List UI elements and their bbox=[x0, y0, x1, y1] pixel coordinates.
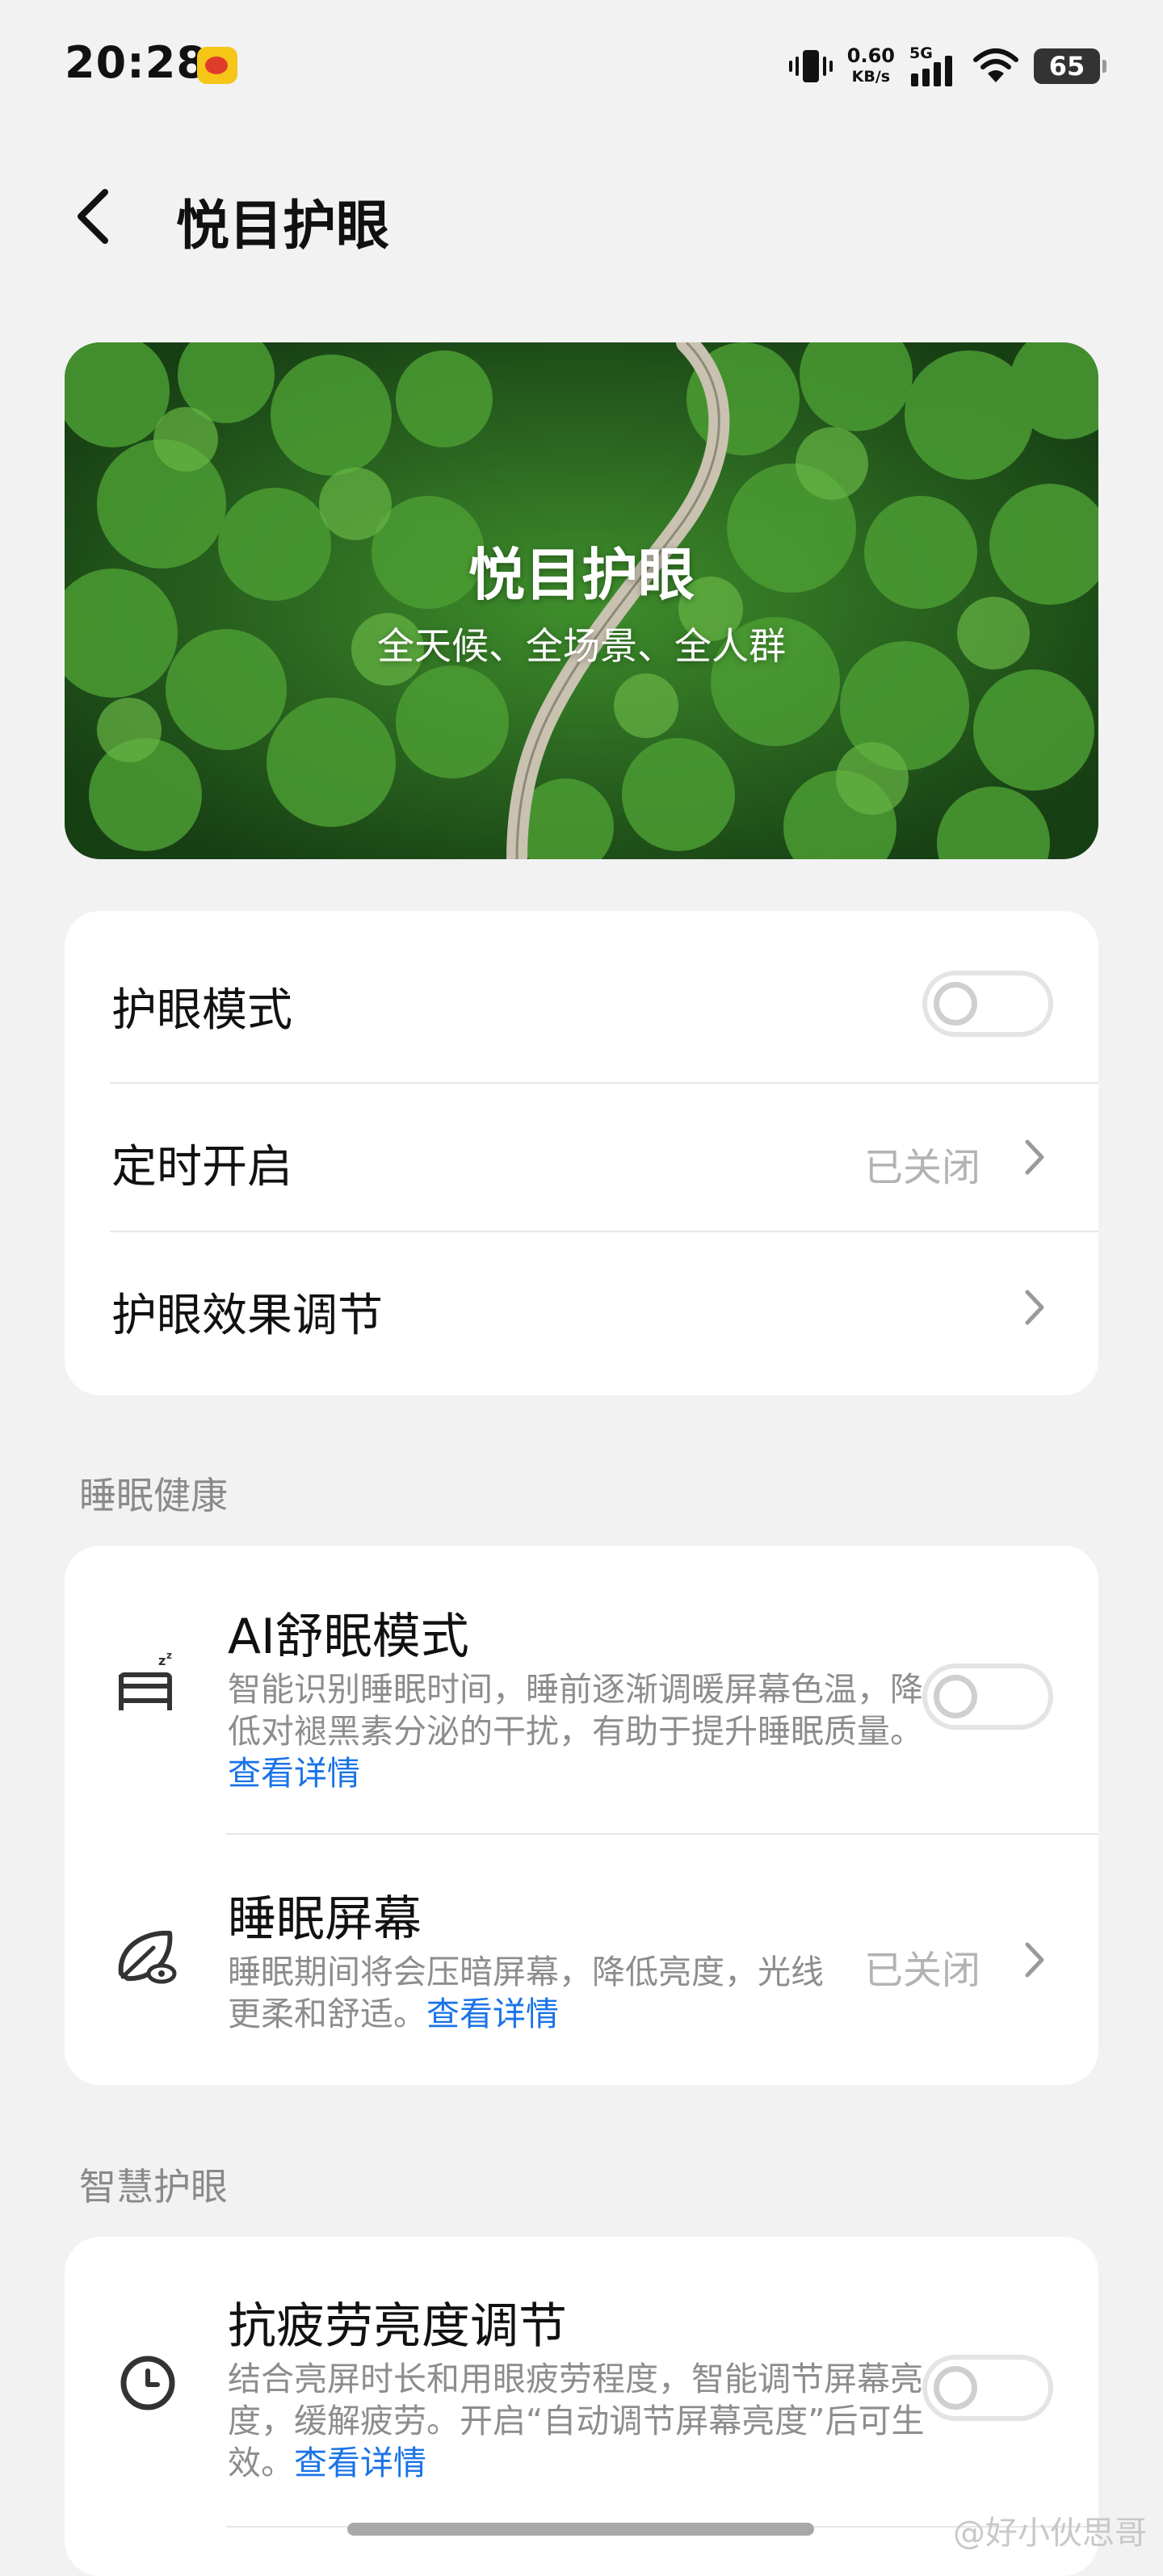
ai-sleep-row[interactable]: z z AI舒眠模式 智能识别睡眠时间，睡前逐渐调暖屏幕色温，降低对褪黑素分泌的… bbox=[65, 1546, 1098, 1835]
ai-sleep-details-link[interactable]: 查看详情 bbox=[228, 1754, 360, 1793]
back-arrow-icon[interactable] bbox=[69, 184, 118, 249]
ai-sleep-description: 智能识别睡眠时间，睡前逐渐调暖屏幕色温，降低对褪黑素分泌的干扰，有助于提升睡眠质… bbox=[228, 1668, 947, 1794]
status-icons: 0.60 KB/s 5G 65 bbox=[788, 42, 1106, 90]
sleep-screen-title: 睡眠屏幕 bbox=[228, 1891, 422, 1948]
banner-subtitle: 全天候、全场景、全人群 bbox=[377, 624, 786, 668]
sleep-screen-value: 已关闭 bbox=[864, 1948, 981, 1993]
vibrate-icon bbox=[788, 48, 833, 84]
ai-sleep-desc-text: 智能识别睡眠时间，睡前逐渐调暖屏幕色温，降低对褪黑素分泌的干扰，有助于提升睡眠质… bbox=[228, 1670, 923, 1751]
battery-icon: 65 bbox=[1034, 48, 1106, 84]
weibo-app-icon bbox=[197, 47, 237, 84]
effect-label: 护眼效果调节 bbox=[111, 1290, 383, 1342]
ai-sleep-title: AI舒眠模式 bbox=[228, 1609, 469, 1665]
eye-mode-toggle[interactable] bbox=[922, 971, 1053, 1037]
eye-mode-label: 护眼模式 bbox=[111, 984, 292, 1037]
banner-title: 悦目护眼 bbox=[468, 542, 695, 608]
home-indicator[interactable] bbox=[347, 2523, 814, 2536]
anti-fatigue-toggle[interactable] bbox=[922, 2355, 1053, 2421]
bed-icon: z z bbox=[119, 1651, 172, 1710]
wifi-icon bbox=[973, 48, 1018, 82]
cellular-signal-icon: 5G bbox=[909, 44, 958, 86]
watermark: @好小伙思哥 bbox=[953, 2515, 1147, 2552]
clock-icon bbox=[120, 2356, 175, 2410]
page-header: 悦目护眼 bbox=[0, 162, 1163, 266]
chevron-right-icon bbox=[1025, 1942, 1044, 1978]
section-title-sleep: 睡眠健康 bbox=[79, 1474, 228, 1517]
anti-fatigue-details-link[interactable]: 查看详情 bbox=[294, 2444, 426, 2482]
anti-fatigue-title: 抗疲劳亮度调节 bbox=[228, 2298, 567, 2355]
chevron-right-icon bbox=[1025, 1139, 1044, 1175]
section-title-smart: 智慧护眼 bbox=[79, 2165, 228, 2209]
anti-fatigue-description: 结合亮屏时长和用眼疲劳程度，智能调节屏幕亮度，缓解疲劳。开启“自动调节屏幕亮度”… bbox=[228, 2358, 947, 2484]
status-time: 20:28 bbox=[65, 37, 208, 88]
sleep-health-card: z z AI舒眠模式 智能识别睡眠时间，睡前逐渐调暖屏幕色温，降低对褪黑素分泌的… bbox=[65, 1546, 1098, 2085]
sleep-screen-row[interactable]: 睡眠屏幕 睡眠期间将会压暗屏幕，降低亮度，光线更柔和舒适。查看详情 已关闭 bbox=[65, 1835, 1098, 2085]
svg-text:z: z bbox=[166, 1651, 172, 1661]
sleep-screen-details-link[interactable]: 查看详情 bbox=[426, 1995, 559, 2033]
sleep-screen-description: 睡眠期间将会压暗屏幕，降低亮度，光线更柔和舒适。查看详情 bbox=[228, 1951, 825, 2035]
hero-banner: 悦目护眼 全天候、全场景、全人群 bbox=[65, 342, 1098, 859]
chevron-right-icon bbox=[1025, 1290, 1044, 1325]
anti-fatigue-row[interactable]: 抗疲劳亮度调节 结合亮屏时长和用眼疲劳程度，智能调节屏幕亮度，缓解疲劳。开启“自… bbox=[65, 2237, 1098, 2528]
eye-care-settings-card: 护眼模式 定时开启 已关闭 护眼效果调节 bbox=[65, 911, 1098, 1395]
schedule-row[interactable]: 定时开启 已关闭 bbox=[65, 1084, 1098, 1231]
effect-row[interactable]: 护眼效果调节 bbox=[65, 1232, 1098, 1395]
eye-mode-row[interactable]: 护眼模式 bbox=[65, 911, 1098, 1082]
svg-text:z: z bbox=[158, 1653, 166, 1668]
net-speed-unit: KB/s bbox=[851, 68, 891, 86]
ai-sleep-toggle[interactable] bbox=[922, 1663, 1053, 1730]
net-speed-value: 0.60 bbox=[846, 44, 895, 67]
status-bar: 20:28 0.60 KB/s 5G 65 bbox=[0, 0, 1163, 129]
page-title: 悦目护眼 bbox=[176, 195, 389, 257]
leaf-eye-icon bbox=[118, 1930, 177, 1984]
network-type: 5G bbox=[909, 44, 933, 62]
net-speed: 0.60 KB/s bbox=[847, 45, 895, 87]
schedule-value: 已关闭 bbox=[864, 1145, 981, 1190]
schedule-label: 定时开启 bbox=[111, 1141, 292, 1194]
